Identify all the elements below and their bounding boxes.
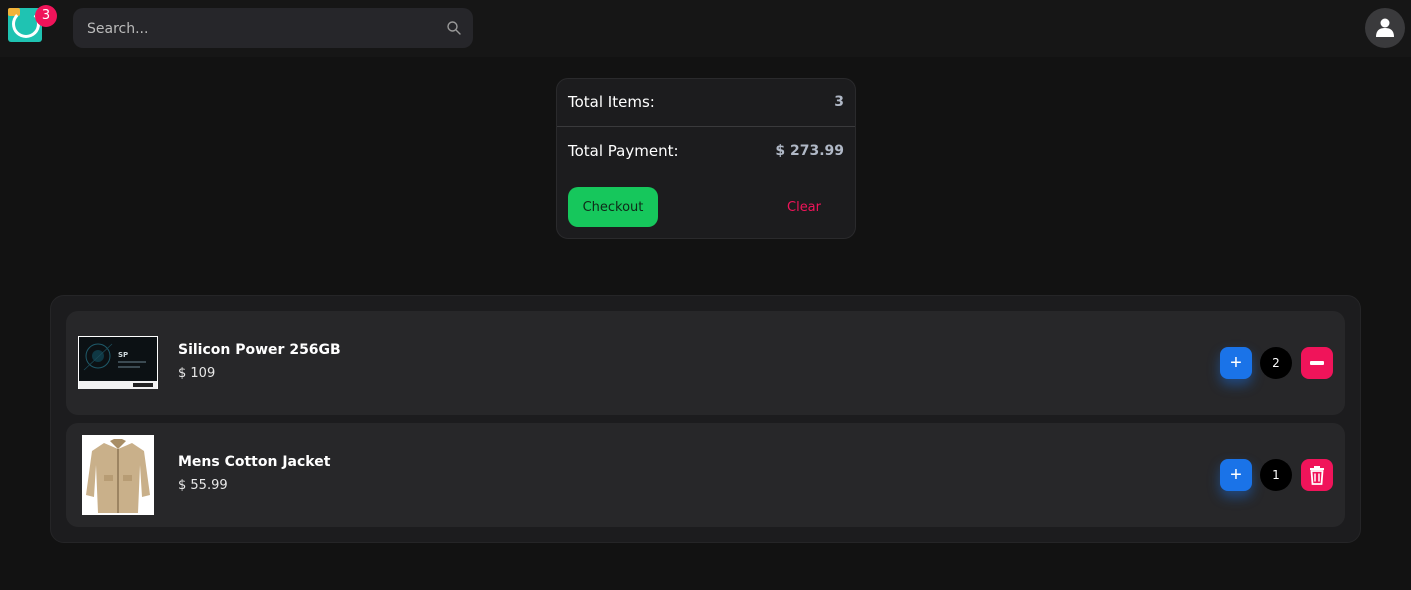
- cart-list: SP Silicon Power 256GB $ 109 + 2 Mens Co…: [50, 295, 1361, 543]
- product-image: [82, 435, 154, 515]
- total-items-label: Total Items:: [568, 93, 655, 111]
- quantity-value: 2: [1260, 347, 1292, 379]
- trash-icon: [1310, 466, 1324, 485]
- cart-count-badge: 3: [35, 5, 57, 27]
- user-avatar[interactable]: [1365, 8, 1405, 48]
- quantity-value: 1: [1260, 459, 1292, 491]
- total-payment-label: Total Payment:: [568, 142, 679, 160]
- svg-text:SP: SP: [118, 351, 128, 359]
- increase-quantity-button[interactable]: +: [1220, 459, 1252, 491]
- remove-item-button[interactable]: [1301, 459, 1333, 491]
- product-price: $ 109: [178, 366, 216, 381]
- cart-logo-icon[interactable]: 3: [8, 5, 57, 42]
- jacket-product-image: [82, 435, 154, 515]
- search-bar: [73, 8, 473, 50]
- product-name: Silicon Power 256GB: [178, 342, 341, 358]
- total-items-value: 3: [834, 94, 844, 110]
- total-payment-value: $ 273.99: [775, 143, 844, 159]
- search-input[interactable]: [85, 8, 439, 50]
- ssd-product-image: SP: [78, 336, 158, 389]
- cart-item: SP Silicon Power 256GB $ 109 + 2: [66, 311, 1345, 415]
- product-price: $ 55.99: [178, 478, 228, 493]
- total-items-row: Total Items: 3: [568, 90, 844, 114]
- order-summary-card: Total Items: 3 Total Payment: $ 273.99 C…: [556, 78, 856, 239]
- summary-divider: [557, 126, 855, 127]
- cart-item: Mens Cotton Jacket $ 55.99 + 1: [66, 423, 1345, 527]
- clear-cart-button[interactable]: Clear: [764, 187, 844, 227]
- decrease-quantity-button[interactable]: [1301, 347, 1333, 379]
- increase-quantity-button[interactable]: +: [1220, 347, 1252, 379]
- product-image: SP: [78, 336, 158, 389]
- checkout-button[interactable]: Checkout: [568, 187, 658, 227]
- total-payment-row: Total Payment: $ 273.99: [568, 139, 844, 163]
- product-name: Mens Cotton Jacket: [178, 454, 331, 470]
- minus-icon: [1310, 361, 1324, 365]
- top-bar: 3: [0, 0, 1411, 57]
- user-icon: [1376, 18, 1394, 37]
- search-icon[interactable]: [446, 20, 462, 36]
